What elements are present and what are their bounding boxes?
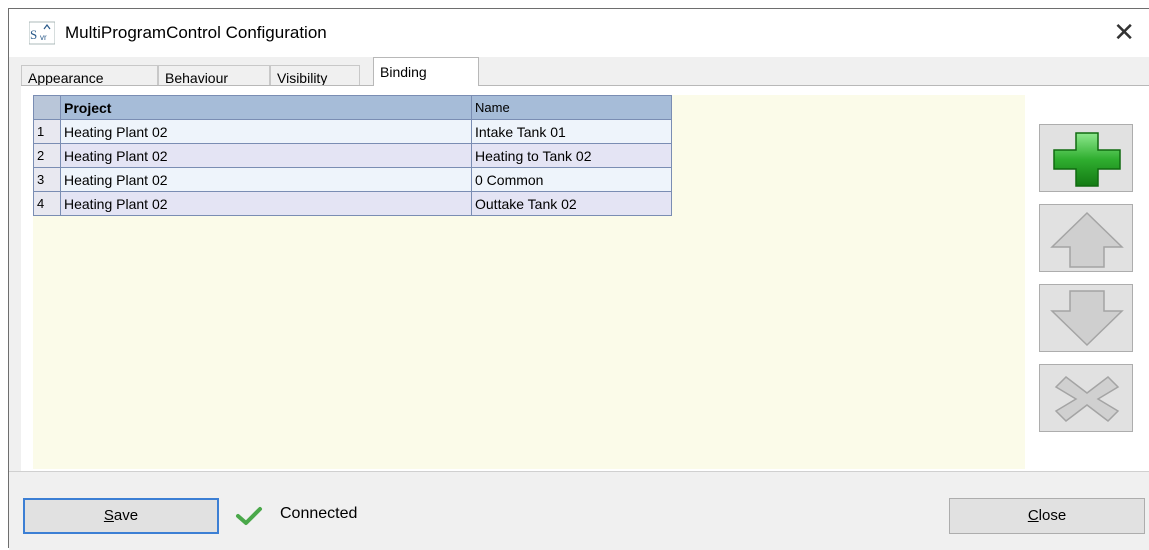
- project-cell[interactable]: Heating Plant 02: [60, 119, 472, 144]
- footer-bar: Save Connected Close: [9, 471, 1149, 550]
- row-number: 3: [33, 167, 61, 192]
- check-icon: [236, 507, 262, 525]
- svg-text:S: S: [30, 27, 37, 42]
- svr-app-icon: S vr: [29, 21, 55, 45]
- config-dialog: S vr MultiProgramControl Configuration ✕…: [8, 8, 1149, 550]
- window-title: MultiProgramControl Configuration: [65, 23, 327, 42]
- close-icon[interactable]: ✕: [1113, 17, 1135, 47]
- close-mnemonic: C: [1027, 507, 1039, 524]
- save-mnemonic: S: [103, 507, 114, 524]
- add-icon: [1053, 132, 1121, 187]
- project-cell[interactable]: Heating Plant 02: [60, 143, 472, 168]
- row-number: 2: [33, 143, 61, 168]
- column-header-name[interactable]: Name: [471, 95, 672, 120]
- table-row[interactable]: 2 Heating Plant 02 Heating to Tank 02: [33, 143, 672, 168]
- table-row[interactable]: 3 Heating Plant 02 0 Common: [33, 167, 672, 192]
- row-number: 1: [33, 119, 61, 144]
- table-row[interactable]: 1 Heating Plant 02 Intake Tank 01: [33, 119, 672, 144]
- name-cell[interactable]: Outtake Tank 02: [471, 191, 672, 216]
- save-button[interactable]: Save: [23, 498, 219, 534]
- corner-cell: [33, 95, 61, 120]
- add-button[interactable]: [1039, 124, 1133, 192]
- project-cell[interactable]: Heating Plant 02: [60, 167, 472, 192]
- column-header-project[interactable]: Project: [60, 95, 472, 120]
- name-cell[interactable]: 0 Common: [471, 167, 672, 192]
- tab-behaviour[interactable]: Behaviour: [158, 65, 270, 86]
- delete-icon: [1054, 376, 1120, 422]
- binding-table: Project Name 1 Heating Plant 02 Intake T…: [33, 95, 672, 216]
- move-up-button[interactable]: [1039, 204, 1133, 272]
- tab-visibility[interactable]: Visibility: [270, 65, 360, 86]
- close-button[interactable]: Close: [949, 498, 1145, 534]
- name-cell[interactable]: Intake Tank 01: [471, 119, 672, 144]
- svg-text:vr: vr: [40, 33, 47, 42]
- delete-button[interactable]: [1039, 364, 1133, 432]
- binding-grid-area: Project Name 1 Heating Plant 02 Intake T…: [33, 95, 1025, 469]
- table-header-row: Project Name: [33, 95, 672, 120]
- tab-appearance[interactable]: Appearance: [21, 65, 158, 86]
- binding-panel: Project Name 1 Heating Plant 02 Intake T…: [21, 85, 1149, 471]
- arrow-up-icon: [1050, 211, 1124, 268]
- table-row[interactable]: 4 Heating Plant 02 Outtake Tank 02: [33, 191, 672, 216]
- project-cell[interactable]: Heating Plant 02: [60, 191, 472, 216]
- save-label: ave: [113, 507, 139, 524]
- close-label: lose: [1038, 507, 1067, 524]
- connection-status: Connected: [280, 505, 358, 522]
- title-bar: S vr MultiProgramControl Configuration ✕: [9, 9, 1149, 57]
- row-number: 4: [33, 191, 61, 216]
- move-down-button[interactable]: [1039, 284, 1133, 352]
- name-cell[interactable]: Heating to Tank 02: [471, 143, 672, 168]
- arrow-down-icon: [1050, 290, 1124, 347]
- tab-binding[interactable]: Binding: [373, 57, 479, 86]
